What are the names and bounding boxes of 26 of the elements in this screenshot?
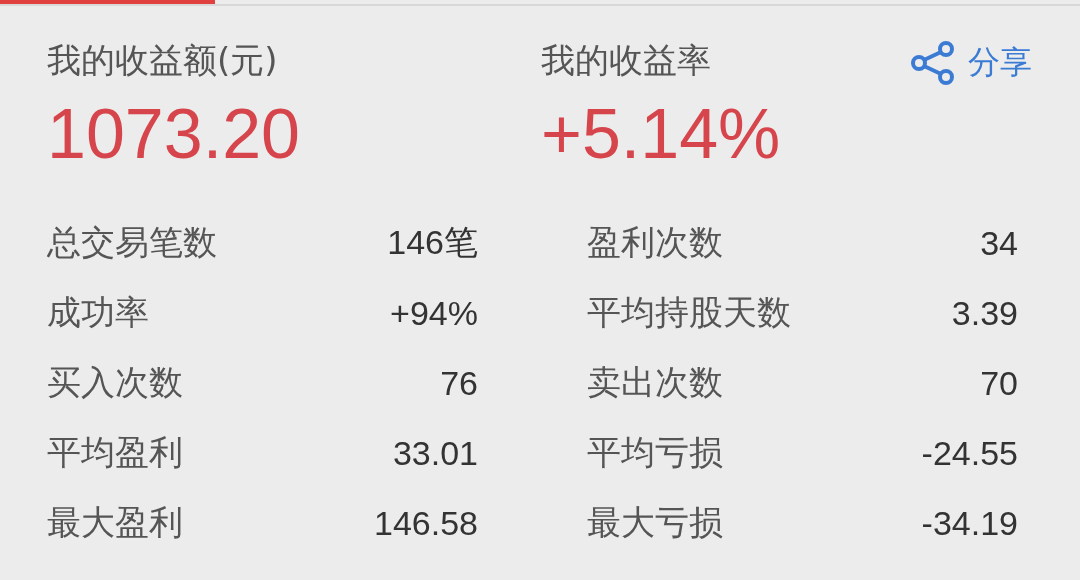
stat-value: 34 (980, 223, 1018, 263)
stat-label: 最大盈利 (47, 501, 183, 544)
stat-label: 平均盈利 (47, 431, 183, 474)
share-button[interactable]: 分享 (910, 40, 1032, 86)
stat-label: 盈利次数 (587, 221, 723, 264)
stat-value: 76 (440, 363, 478, 403)
stat-value: 70 (980, 363, 1018, 403)
summary-value: +5.14% (541, 94, 782, 175)
stat-label: 平均亏损 (587, 431, 723, 474)
stat-value: -24.55 (921, 433, 1018, 473)
stat-value: 146笔 (387, 222, 478, 263)
stat-label: 成功率 (47, 291, 149, 334)
stat-label: 卖出次数 (587, 361, 723, 404)
stat-label: 最大亏损 (587, 501, 723, 544)
stat-value: -34.19 (921, 503, 1018, 543)
summary-label: 我的收益率 (541, 39, 712, 82)
share-icon (910, 40, 956, 86)
stat-value: 146.58 (374, 503, 478, 543)
stat-value: 33.01 (392, 433, 478, 473)
summary-value: 1073.20 (47, 94, 302, 175)
stat-label: 总交易笔数 (47, 221, 217, 264)
summary-label: 我的收益额(元) (47, 39, 279, 82)
stat-value: 3.39 (951, 293, 1018, 333)
stat-label: 买入次数 (47, 361, 183, 404)
stat-value: +94% (390, 293, 478, 333)
stat-label: 平均持股天数 (587, 291, 791, 334)
